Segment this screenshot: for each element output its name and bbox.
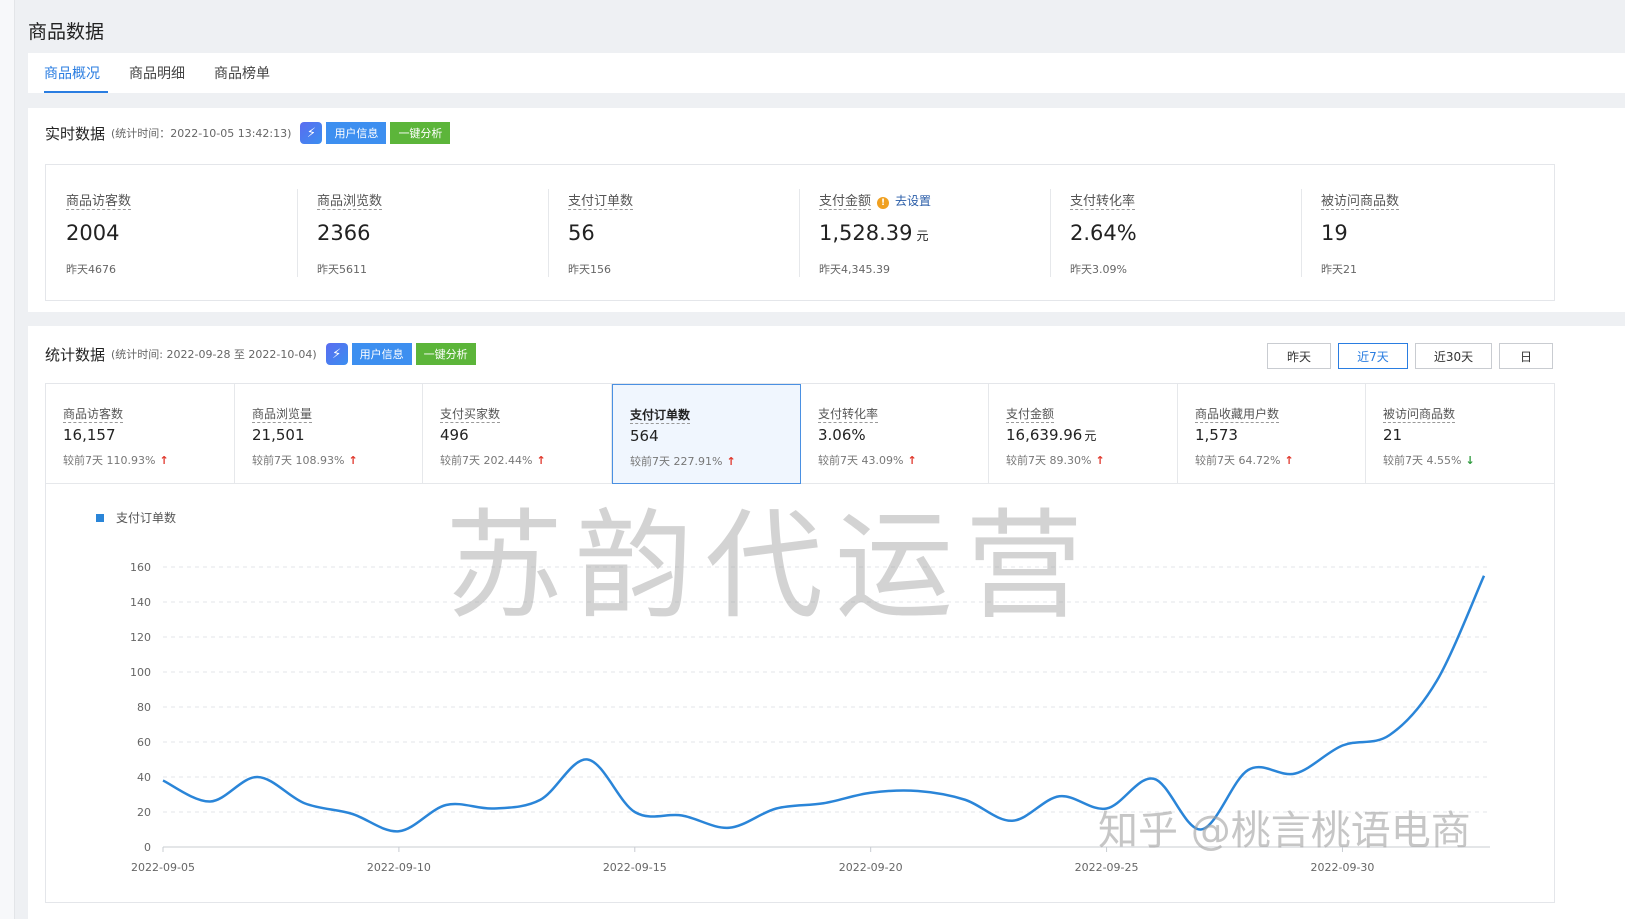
rt-prev: 昨天4676 <box>66 263 116 276</box>
plugin-logo-icon[interactable]: ⚡ <box>325 343 348 365</box>
rt-metric-visited-products: 被访问商品数 19 昨天21 <box>1301 165 1552 300</box>
x-tick-label: 2022-09-20 <box>839 861 903 874</box>
x-tick-label: 2022-09-10 <box>367 861 431 874</box>
tab-detail[interactable]: 商品明细 <box>129 63 185 83</box>
x-tick-label: 2022-09-25 <box>1075 861 1139 874</box>
realtime-time: (统计时间：2022-10-05 13:42:13) <box>111 127 292 140</box>
y-tick-label: 80 <box>137 701 151 714</box>
rt-label-row: 支付金额! 去设置 <box>819 190 931 210</box>
user-info-button[interactable]: 用户信息 <box>351 343 412 365</box>
rt-label[interactable]: 商品访客数 <box>66 190 132 210</box>
y-tick-label: 160 <box>130 561 151 574</box>
realtime-metrics: 商品访客数 2004 昨天4676 商品浏览数 2366 昨天5611 支付订单… <box>45 164 1555 301</box>
tab-overview[interactable]: 商品概况 <box>44 63 100 83</box>
y-tick-label: 20 <box>137 806 151 819</box>
page-title: 商品数据 <box>28 21 105 43</box>
y-tick-label: 60 <box>137 736 151 749</box>
unit-label: 元 <box>916 229 929 243</box>
realtime-header: 实时数据 (统计时间：2022-10-05 13:42:13) ⚡ 用户信息 一… <box>45 122 451 144</box>
stats-card: 统计数据 (统计时间: 2022-09-28 至 2022-10-04) ⚡ 用… <box>28 326 1625 919</box>
one-click-analyze-button[interactable]: 一键分析 <box>415 343 476 365</box>
user-info-button[interactable]: 用户信息 <box>326 122 387 144</box>
rt-label[interactable]: 支付金额 <box>819 194 872 210</box>
tab-bar: 商品概况 商品明细 商品榜单 <box>28 53 1625 93</box>
rt-label[interactable]: 支付转化率 <box>1070 190 1136 210</box>
rt-value: 1,528.39 元 <box>819 221 929 245</box>
rt-label[interactable]: 商品浏览数 <box>317 190 383 210</box>
plugin-logo-icon[interactable]: ⚡ <box>300 122 323 144</box>
one-click-analyze-button[interactable]: 一键分析 <box>390 122 451 144</box>
orders-line-chart: 0 20 40 60 80 100 120 140 160 2022-09-05 2022-09-1… <box>130 561 1490 874</box>
warning-icon: ! <box>877 197 890 209</box>
range-day-button[interactable]: 日 <box>1499 343 1553 369</box>
x-tick-label: 2022-09-05 <box>131 861 195 874</box>
range-7days-button[interactable]: 近7天 <box>1338 343 1408 369</box>
x-tick-label: 2022-09-15 <box>603 861 667 874</box>
rt-prev: 昨天156 <box>568 263 611 276</box>
y-tick-label: 140 <box>130 596 151 609</box>
rt-value: 2.64% <box>1070 221 1137 245</box>
rt-prev: 昨天3.09% <box>1070 263 1127 276</box>
series-line-orders <box>162 575 1486 833</box>
rt-value: 2366 <box>317 221 371 245</box>
range-30days-button[interactable]: 近30天 <box>1415 343 1492 369</box>
realtime-card: 实时数据 (统计时间：2022-10-05 13:42:13) ⚡ 用户信息 一… <box>28 108 1625 312</box>
rt-prev: 昨天4,345.39 <box>819 263 890 276</box>
rt-label[interactable]: 被访问商品数 <box>1321 190 1400 210</box>
rt-metric-conversion: 支付转化率 2.64% 昨天3.09% <box>1050 165 1301 300</box>
realtime-title: 实时数据 <box>45 124 106 143</box>
stats-title: 统计数据 <box>45 345 106 364</box>
rt-prev: 昨天5611 <box>317 263 367 276</box>
range-yesterday-button[interactable]: 昨天 <box>1267 343 1331 369</box>
rt-value: 2004 <box>66 221 120 245</box>
rt-value: 56 <box>568 221 595 245</box>
stats-panel: 商品访客数 16,157 较前7天 110.93% ↑ 商品浏览量 21,501 … <box>45 383 1555 903</box>
rt-value: 19 <box>1321 221 1348 245</box>
rt-metric-amount: 支付金额! 去设置 1,528.39 元 昨天4,345.39 <box>799 165 1050 300</box>
y-tick-label: 40 <box>137 771 151 784</box>
y-tick-label: 100 <box>130 666 151 679</box>
left-sidebar-edge <box>0 0 15 919</box>
rt-metric-views: 商品浏览数 2366 昨天5611 <box>297 165 548 300</box>
x-tick-label: 2022-09-30 <box>1310 861 1374 874</box>
rt-metric-visitors: 商品访客数 2004 昨天4676 <box>46 165 297 300</box>
active-tab-indicator <box>44 91 108 93</box>
rt-label[interactable]: 支付订单数 <box>568 190 634 210</box>
rt-metric-orders: 支付订单数 56 昨天156 <box>548 165 799 300</box>
y-tick-label: 120 <box>130 631 151 644</box>
rt-prev: 昨天21 <box>1321 263 1357 276</box>
stats-header: 统计数据 (统计时间: 2022-09-28 至 2022-10-04) ⚡ 用… <box>45 343 476 365</box>
y-tick-label: 0 <box>144 841 151 854</box>
stats-time: (统计时间: 2022-09-28 至 2022-10-04) <box>111 348 317 361</box>
go-settings-link[interactable]: 去设置 <box>895 194 931 208</box>
tab-ranking[interactable]: 商品榜单 <box>214 63 270 83</box>
